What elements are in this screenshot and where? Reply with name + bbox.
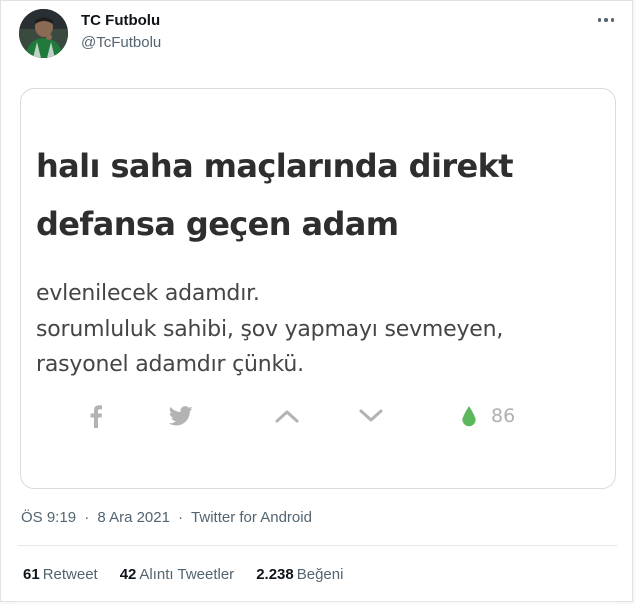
quote-tweets-stat[interactable]: 42 Alıntı Tweetler: [120, 566, 234, 583]
divider: [18, 545, 617, 546]
likes-count: 2.238: [256, 566, 294, 583]
tweet-card: TC Futbolu @TcFutbolu halı saha maçların…: [0, 0, 633, 602]
media-body: evlenilecek adamdır. sorumluluk sahibi, …: [36, 276, 596, 383]
upvote-chevron-icon: [275, 401, 299, 431]
more-options-icon[interactable]: [595, 11, 617, 29]
tweet-source-link[interactable]: Twitter for Android: [191, 509, 312, 526]
retweets-count: 61: [23, 566, 40, 583]
retweets-stat[interactable]: 61 Retweet: [23, 566, 98, 583]
drop-icon: [462, 406, 476, 427]
tweet-timestamp: ÖS 9:19 · 8 Ara 2021 · Twitter for Andro…: [21, 509, 312, 526]
twitter-bird-icon: [169, 401, 193, 431]
avatar[interactable]: [19, 9, 68, 58]
quotes-count: 42: [119, 566, 137, 583]
media-headline-line: halı saha maçlarında direkt: [36, 147, 514, 185]
media-body-line: sorumluluk sahibi, şov yapmayı sevmeyen,: [36, 316, 504, 342]
likes-stat[interactable]: 2.238 Beğeni: [256, 566, 343, 583]
tweet-stats: 61 Retweet 42 Alıntı Tweetler 2.238 Beğeni: [23, 566, 343, 583]
quotes-label: Alıntı Tweetler: [139, 566, 235, 583]
tweet-media-image[interactable]: halı saha maçlarında direkt defansa geçe…: [20, 88, 616, 489]
author-name[interactable]: TC Futbolu: [81, 12, 160, 29]
avatar-image: [19, 9, 68, 58]
media-headline-line: defansa geçen adam: [36, 205, 399, 243]
downvote-chevron-icon: [359, 401, 383, 431]
separator-dot: ·: [178, 509, 184, 526]
separator-dot: ·: [84, 509, 90, 526]
tweet-date[interactable]: 8 Ara 2021: [97, 509, 170, 526]
retweets-label: Retweet: [42, 566, 98, 583]
tweet-time[interactable]: ÖS 9:19: [21, 509, 76, 526]
likes-label: Beğeni: [296, 566, 344, 583]
media-body-line: rasyonel adamdır çünkü.: [36, 352, 304, 377]
media-headline: halı saha maçlarında direkt defansa geçe…: [36, 137, 556, 253]
media-action-row: 86: [21, 401, 615, 431]
drop-count: 86: [491, 405, 516, 427]
divider: [18, 601, 617, 602]
author-handle[interactable]: @TcFutbolu: [81, 34, 161, 51]
facebook-icon: [89, 401, 103, 431]
drop-reaction: 86: [461, 401, 515, 431]
media-body-line: evlenilecek adamdır.: [36, 281, 260, 306]
